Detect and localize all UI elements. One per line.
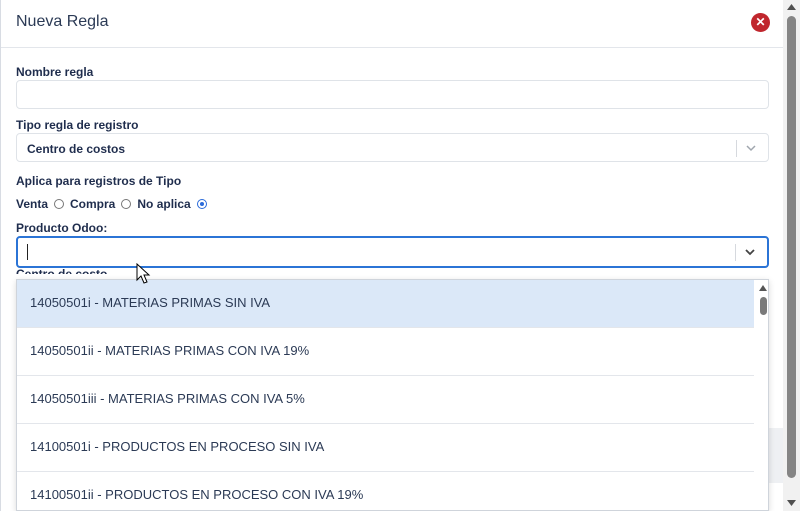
modal-title: Nueva Regla [16,13,109,30]
centro-costo-label: Centro de costo [16,268,107,274]
radio-venta-input[interactable] [54,199,65,209]
select-separator [735,244,736,261]
select-separator [736,140,737,157]
dropdown-option[interactable]: 14050501iii - MATERIAS PRIMAS CON IVA 5% [17,376,754,424]
radio-compra-label: Compra [70,197,116,211]
radio-no-aplica-label: No aplica [137,197,191,211]
radio-venta-label: Venta [16,197,49,211]
modal-header: Nueva Regla ✕ [1,0,784,48]
nombre-regla-input[interactable] [16,80,769,109]
radio-venta[interactable]: Venta [16,197,65,211]
scroll-up-icon[interactable] [787,4,796,10]
tipo-regla-select[interactable]: Centro de costos [16,133,769,162]
tipo-regla-label: Tipo regla de registro [16,118,139,132]
text-caret [27,244,28,260]
chevron-down-icon[interactable] [744,142,758,154]
chevron-down-icon[interactable] [743,246,757,258]
close-button[interactable]: ✕ [751,13,770,32]
dropdown-option[interactable]: 14100501i - PRODUCTOS EN PROCESO SIN IVA [17,424,754,472]
aplica-label: Aplica para registros de Tipo [16,174,182,188]
radio-compra-input[interactable] [121,199,132,209]
aplica-radio-group: Venta Compra No aplica [16,197,213,211]
dropdown-option[interactable]: 14050501ii - MATERIAS PRIMAS CON IVA 19% [17,328,754,376]
nombre-regla-label: Nombre regla [16,65,94,79]
producto-dropdown-list: 14050501i - MATERIAS PRIMAS SIN IVA 1405… [16,279,769,511]
mouse-pointer-icon [136,263,151,284]
dropdown-option[interactable]: 14050501i - MATERIAS PRIMAS SIN IVA [17,280,754,328]
background-footer [769,428,784,483]
dropdown-scrollbar[interactable] [757,280,768,510]
nueva-regla-modal: Nueva Regla ✕ Nombre regla Tipo regla de… [0,0,784,511]
tipo-regla-value: Centro de costos [27,142,126,156]
scroll-up-icon[interactable] [759,285,767,291]
dropdown-scrollbar-thumb[interactable] [760,297,767,315]
radio-no-aplica[interactable]: No aplica [137,197,207,211]
radio-no-aplica-input[interactable] [196,199,207,209]
dropdown-option[interactable]: 14100501ii - PRODUCTOS EN PROCESO CON IV… [17,472,754,510]
scroll-down-icon[interactable] [787,500,796,506]
radio-compra[interactable]: Compra [70,197,132,211]
producto-odoo-label: Producto Odoo: [16,221,108,235]
window-scrollbar-thumb[interactable] [787,16,796,478]
window-scrollbar[interactable] [783,0,800,511]
close-icon: ✕ [755,15,766,29]
producto-odoo-select[interactable] [16,236,769,268]
